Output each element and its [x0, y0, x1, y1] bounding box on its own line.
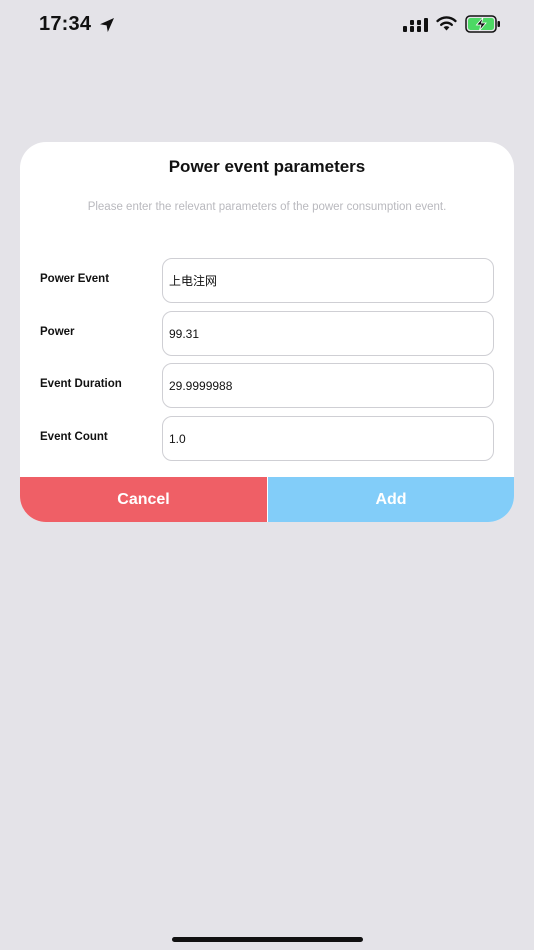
dialog-subtitle: Please enter the relevant parameters of … — [87, 201, 447, 213]
power-event-label: Power Event — [40, 273, 110, 285]
dialog-title: Power event parameters — [168, 157, 366, 176]
event-count-row: Event Count — [20, 416, 514, 461]
wifi-icon — [436, 16, 457, 31]
power-input[interactable] — [162, 311, 494, 356]
location-arrow-icon — [100, 18, 114, 32]
event-duration-row: Event Duration — [20, 363, 514, 408]
event-count-label: Event Count — [40, 431, 108, 443]
status-time: 17:34 — [39, 13, 92, 35]
event-count-input[interactable] — [162, 416, 494, 461]
battery-charging-icon — [465, 15, 500, 33]
event-duration-label: Event Duration — [40, 378, 122, 390]
cellular-signal-icon — [403, 18, 428, 32]
power-event-dialog: Power event parameters Please enter the … — [20, 142, 514, 522]
power-event-row: Power Event — [20, 258, 514, 303]
power-label: Power — [40, 326, 75, 338]
power-event-input[interactable] — [162, 258, 494, 303]
status-bar: 17:34 — [0, 0, 534, 50]
event-duration-input[interactable] — [162, 363, 494, 408]
power-row: Power — [20, 311, 514, 356]
home-indicator[interactable] — [172, 937, 363, 942]
dialog-button-row: Cancel Add — [20, 477, 514, 522]
add-button[interactable]: Add — [268, 477, 514, 522]
cancel-button[interactable]: Cancel — [20, 477, 267, 522]
